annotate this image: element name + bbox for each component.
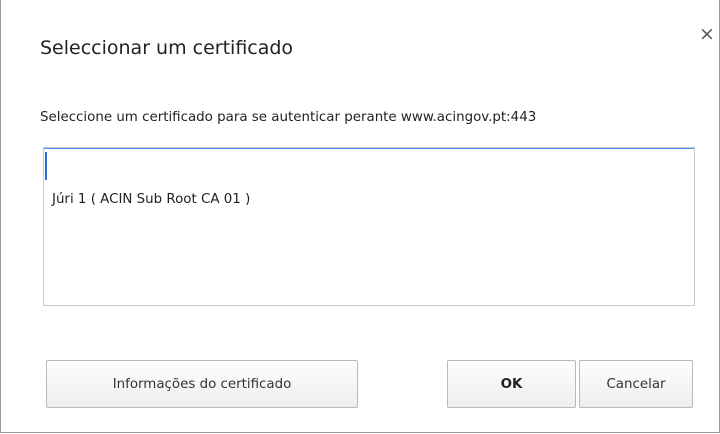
dialog-title: Seleccionar um certificado [40, 37, 294, 59]
certificate-dialog: × Seleccionar um certificado Seleccione … [0, 0, 720, 433]
text-caret [45, 152, 47, 180]
certificate-item[interactable]: Júri 1 ( ACIN Sub Root CA 01 ) [52, 192, 250, 207]
dialog-prompt: Seleccione um certificado para se autent… [40, 110, 537, 125]
close-icon[interactable]: × [695, 22, 719, 46]
ok-button[interactable]: OK [447, 360, 576, 408]
certificate-info-button[interactable]: Informações do certificado [46, 360, 358, 408]
list-focus-row [44, 148, 694, 184]
cancel-button[interactable]: Cancelar [579, 360, 693, 408]
certificate-list[interactable]: Júri 1 ( ACIN Sub Root CA 01 ) [43, 147, 695, 306]
